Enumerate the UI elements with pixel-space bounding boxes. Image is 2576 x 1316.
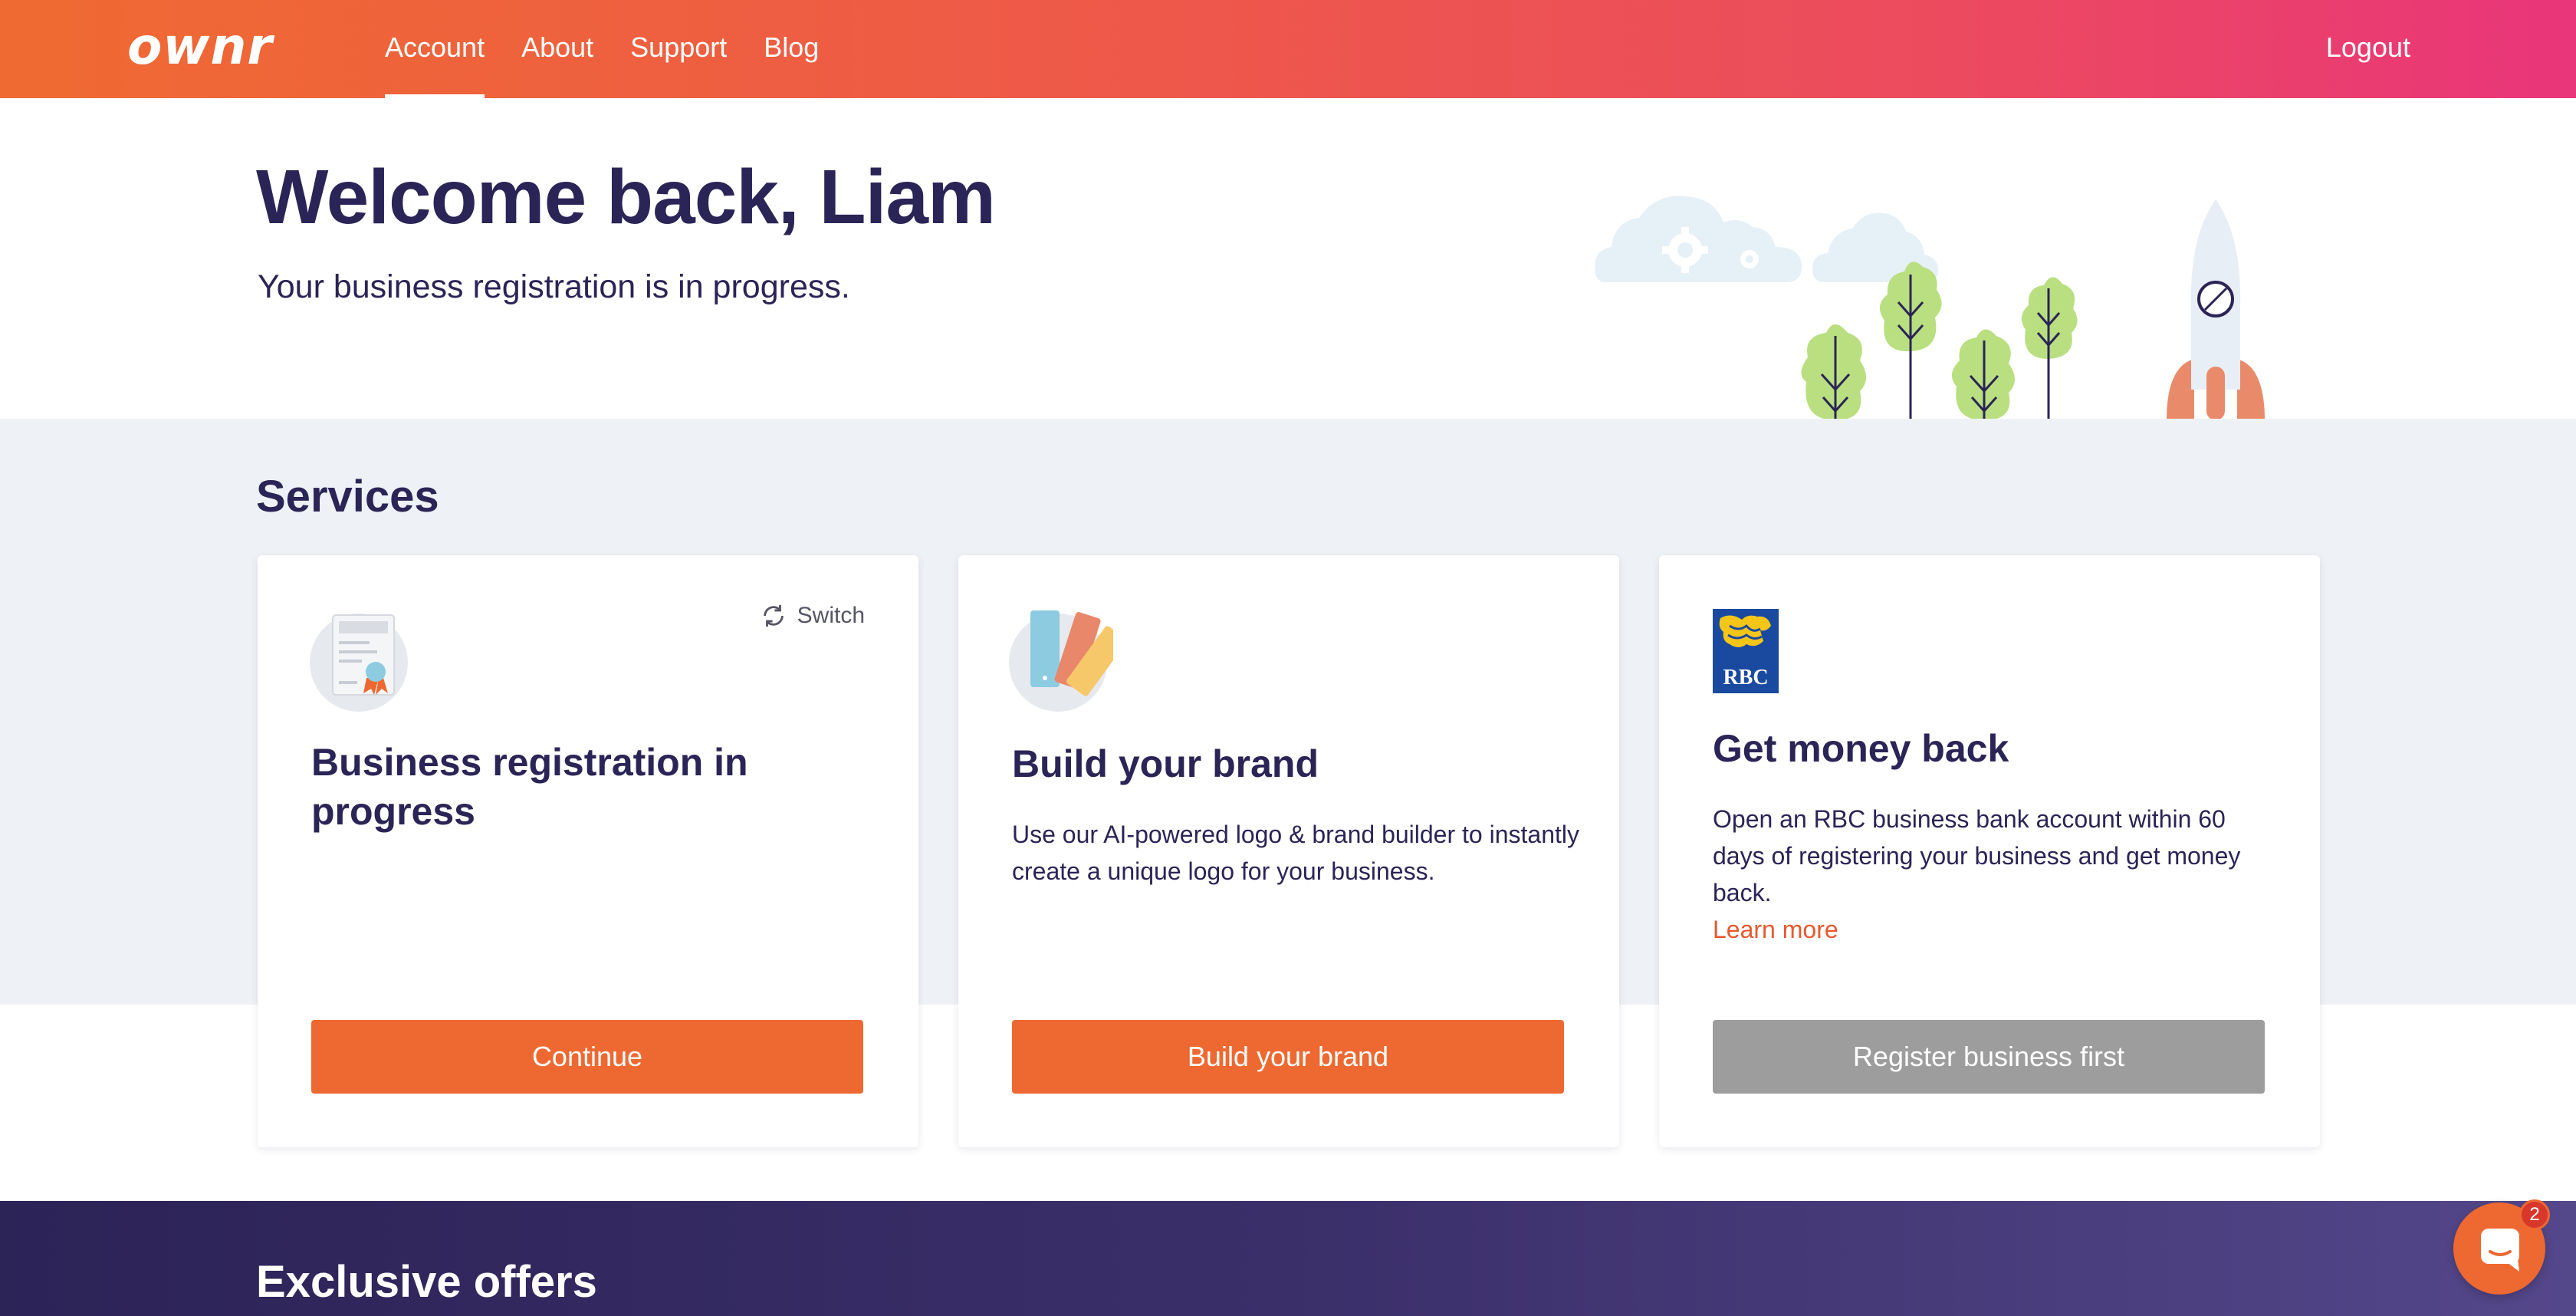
refresh-icon [763,604,784,627]
service-card-registration: Switch Business registration in progress… [258,555,918,1147]
learn-more-link[interactable]: Learn more [1713,911,2280,948]
notification-badge: 2 [2519,1199,2550,1230]
switch-label: Switch [797,603,865,628]
rbc-logo-text: RBC [1723,666,1768,689]
trees-icon [1801,262,2078,420]
exclusive-offers-section: Exclusive offers [0,1201,2576,1316]
page-title: Welcome back, Liam [256,154,996,240]
service-card-money-back: RBC Get money back Open an RBC business … [1659,555,2320,1147]
service-card-brand: Build your brand Use our AI-powered logo… [958,555,1619,1147]
page-subtitle: Your business registration is in progres… [258,268,850,305]
nav-link-support[interactable]: Support [630,0,727,98]
certificate-icon [310,614,408,712]
card-description: Use our AI-powered logo & brand builder … [1012,821,1579,885]
continue-button[interactable]: Continue [311,1020,863,1094]
ownr-logo[interactable]: ownr [127,17,273,76]
top-navbar: ownr Account About Support Blog Logout [0,0,2576,98]
register-business-first-button[interactable]: Register business first [1713,1020,2265,1094]
nav-link-account[interactable]: Account [385,0,485,98]
card-description-block: Open an RBC business bank account within… [1713,801,2280,948]
card-title: Build your brand [1012,742,1319,785]
logout-link[interactable]: Logout [2326,0,2410,98]
rocket-icon [2167,199,2265,420]
card-title: Get money back [1713,727,2009,770]
color-swatches-icon [1009,610,1113,712]
cloud-gear-icon [1595,196,1802,282]
build-your-brand-button[interactable]: Build your brand [1012,1020,1564,1094]
rbc-logo: RBC [1713,609,1779,693]
nav-link-blog[interactable]: Blog [764,0,819,98]
nav-links: Account About Support Blog [385,0,856,98]
services-heading: Services [256,472,439,521]
hero-section: Welcome back, Liam Your business registr… [0,98,2576,420]
switch-button[interactable]: Switch [761,603,865,629]
rocket-launch-illustration [1595,196,2265,420]
exclusive-offers-heading: Exclusive offers [256,1257,597,1307]
card-description: Open an RBC business bank account within… [1713,805,2241,906]
nav-link-about[interactable]: About [521,0,593,98]
card-title: Business registration in progress [311,741,748,833]
